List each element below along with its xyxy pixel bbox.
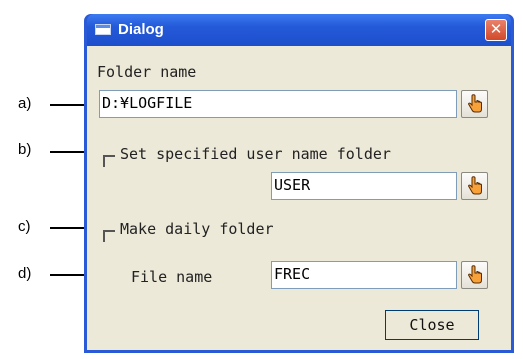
dialog-window: Dialog ✕ Folder name D:¥LOGFILE Set spec… [84,14,514,353]
close-icon[interactable]: ✕ [485,19,507,41]
close-button[interactable]: Close [385,310,479,340]
window-icon [95,24,111,35]
hand-pointer-icon [467,176,482,195]
annotation-d: d) [18,265,32,282]
file-name-field[interactable]: FREC [271,261,457,289]
dialog-body: Folder name D:¥LOGFILE Set specified use… [87,46,511,350]
daily-folder-label: Make daily folder [120,220,274,238]
file-browse-button[interactable] [461,261,488,289]
user-folder-field[interactable]: USER [271,172,457,200]
dialog-title: Dialog [118,21,164,38]
user-folder-browse-button[interactable] [461,172,488,200]
user-folder-label: Set specified user name folder [120,145,391,163]
folder-name-label: Folder name [97,63,197,81]
annotation-b: b) [18,141,32,158]
daily-folder-checkbox[interactable] [103,230,115,242]
title-bar[interactable]: Dialog ✕ [87,14,511,46]
hand-pointer-icon [467,94,482,113]
annotation-a: a) [18,95,32,112]
user-folder-checkbox[interactable] [103,155,115,167]
hand-pointer-icon [467,265,482,284]
annotation-c: c) [18,218,31,235]
folder-name-field[interactable]: D:¥LOGFILE [99,90,457,118]
folder-browse-button[interactable] [461,90,488,118]
file-name-label: File name [131,268,213,286]
